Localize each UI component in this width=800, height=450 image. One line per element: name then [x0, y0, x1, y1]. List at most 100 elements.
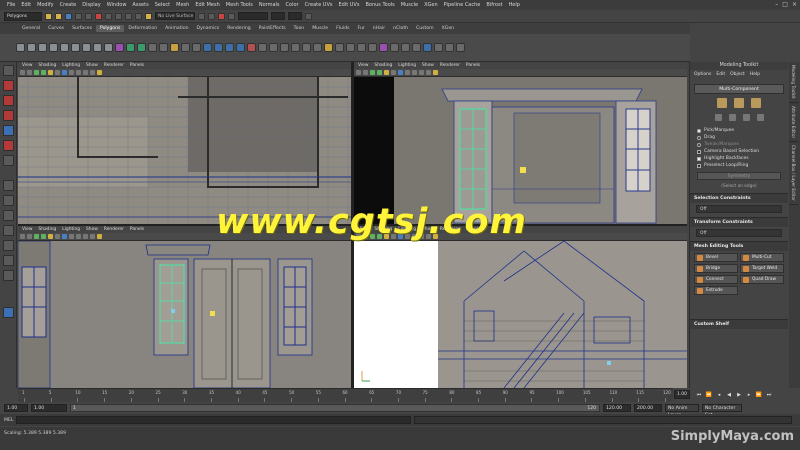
uv-editor-icon[interactable]	[324, 43, 333, 52]
shelf-tab[interactable]: nHair	[369, 25, 389, 32]
smooth-shade-icon[interactable]	[377, 70, 382, 75]
shelf-tab[interactable]: Curves	[44, 25, 68, 32]
merge-icon[interactable]	[291, 43, 300, 52]
face-mode-icon[interactable]	[751, 98, 761, 108]
view-menu[interactable]: View	[22, 227, 32, 232]
menu-set-dropdown[interactable]: Polygons	[4, 11, 42, 21]
offset-edge-loop-icon[interactable]	[258, 43, 267, 52]
render-icon[interactable]	[208, 12, 215, 20]
shelf-tab[interactable]: Toon	[290, 25, 309, 32]
camera-icon[interactable]	[20, 234, 25, 239]
lighting-menu[interactable]: Lighting	[398, 63, 416, 68]
play-forward-icon[interactable]: ▶	[735, 392, 743, 399]
viewport-bottom-right[interactable]: View Shading Lighting Show Renderer Pane…	[354, 226, 687, 388]
transform-constraints-header[interactable]: Transform Constraints	[690, 217, 788, 227]
current-frame-field[interactable]: 1.00	[674, 390, 690, 399]
paint-select-tool-icon[interactable]	[2, 95, 14, 106]
step-forward-key-icon[interactable]: ⏩	[755, 392, 763, 399]
command-input[interactable]	[16, 416, 412, 424]
hud-icon[interactable]	[76, 70, 81, 75]
shading-menu[interactable]: Shading	[38, 63, 56, 68]
resolution-gate-icon[interactable]	[83, 70, 88, 75]
grid-icon[interactable]	[27, 234, 32, 239]
save-scene-icon[interactable]	[65, 12, 72, 20]
shading-menu[interactable]: Shading	[38, 227, 56, 232]
layout-outliner-icon[interactable]	[2, 225, 14, 236]
menu-item[interactable]: Window	[104, 2, 130, 8]
snap-view-icon[interactable]	[135, 12, 142, 20]
show-menu[interactable]: Show	[86, 63, 98, 68]
shelf-tab[interactable]: General	[18, 25, 44, 32]
shelf-tab[interactable]: Rendering	[223, 25, 254, 32]
isolate-icon[interactable]	[69, 70, 74, 75]
step-back-key-icon[interactable]: ⏪	[705, 392, 713, 399]
renderer-menu[interactable]: Renderer	[104, 63, 124, 68]
poly-pyramid-icon[interactable]	[93, 43, 102, 52]
textured-icon[interactable]	[48, 234, 53, 239]
toolkit-menu-options[interactable]: Options	[694, 72, 711, 77]
hud-icon[interactable]	[76, 234, 81, 239]
numeric-field-x[interactable]	[271, 12, 285, 20]
textured-icon[interactable]	[48, 70, 53, 75]
lights-icon[interactable]	[391, 70, 396, 75]
selection-constraints-header[interactable]: Selection Constraints	[690, 193, 788, 203]
planar-mapping-icon[interactable]	[335, 43, 344, 52]
layout-graph-icon[interactable]	[2, 240, 14, 251]
soft-select-icon[interactable]	[756, 114, 764, 121]
reduce-icon[interactable]	[423, 43, 432, 52]
extrude-icon[interactable]	[203, 43, 212, 52]
shelf-tab[interactable]: Fur	[354, 25, 369, 32]
render-settings-icon[interactable]	[228, 12, 235, 20]
booleans-icon[interactable]	[159, 43, 168, 52]
show-menu[interactable]: Show	[422, 63, 434, 68]
menu-item[interactable]: XGen	[421, 2, 441, 8]
go-to-start-icon[interactable]: ⏮	[695, 392, 703, 399]
menu-item[interactable]: Edit	[18, 2, 34, 8]
view-menu[interactable]: View	[358, 63, 368, 68]
grid-icon[interactable]	[363, 70, 368, 75]
transform-constraints-dropdown[interactable]: Off	[696, 229, 782, 237]
move-tool-icon[interactable]	[2, 110, 14, 121]
menu-item[interactable]: Bifrost	[483, 2, 505, 8]
menu-item[interactable]: File	[4, 2, 18, 8]
panels-menu[interactable]: Panels	[130, 227, 144, 232]
xray-icon[interactable]	[62, 70, 67, 75]
layout-custom-icon[interactable]	[2, 307, 14, 318]
insert-edge-loop-icon[interactable]	[269, 43, 278, 52]
shelf-tab[interactable]: Deformation	[124, 25, 161, 32]
rotate-mode-icon[interactable]	[728, 114, 736, 121]
tab-attribute-editor[interactable]: Attribute Editor	[789, 103, 798, 142]
camera-icon[interactable]	[356, 70, 361, 75]
anim-layer-dropdown[interactable]: No Anim Layer	[665, 404, 699, 418]
edge-mode-icon[interactable]	[734, 98, 744, 108]
playback-start-field[interactable]: 1.00	[31, 404, 67, 412]
shelf-tab[interactable]: Polygons	[95, 25, 125, 32]
ssao-icon[interactable]	[97, 234, 102, 239]
menu-item[interactable]: Normals	[256, 2, 283, 8]
layout-side-icon[interactable]	[2, 210, 14, 221]
check-highlight-backfaces[interactable]: Highlight Backfaces	[697, 156, 788, 161]
resolution-gate-icon[interactable]	[83, 234, 88, 239]
shelf-tab[interactable]: XGen	[438, 25, 458, 32]
smooth-shade-icon[interactable]	[41, 234, 46, 239]
layout-persp-icon[interactable]	[2, 270, 14, 281]
triangulate-icon[interactable]	[445, 43, 454, 52]
layout-single-icon[interactable]	[2, 180, 14, 191]
live-surface-icon[interactable]	[145, 12, 152, 20]
toggle-sidebar-icon[interactable]	[305, 12, 312, 20]
viewport-top-right[interactable]: View Shading Lighting Show Renderer Pane…	[354, 62, 687, 224]
custom-shelf-header[interactable]: Custom Shelf	[690, 319, 788, 329]
poly-cube-icon[interactable]	[27, 43, 36, 52]
lighting-menu[interactable]: Lighting	[62, 63, 80, 68]
bridge-button[interactable]: Bridge	[694, 264, 738, 273]
extract-icon[interactable]	[148, 43, 157, 52]
multi-cut-icon[interactable]	[247, 43, 256, 52]
textured-icon[interactable]	[384, 70, 389, 75]
multi-cut-button[interactable]: Multi-Cut	[740, 253, 784, 262]
step-forward-icon[interactable]: ▸	[745, 392, 753, 399]
snap-point-icon[interactable]	[125, 12, 132, 20]
rotate-tool-icon[interactable]	[2, 125, 14, 136]
menu-item[interactable]: Select	[152, 2, 173, 8]
bevel-button[interactable]: Bevel	[694, 253, 738, 262]
new-scene-icon[interactable]	[45, 12, 52, 20]
